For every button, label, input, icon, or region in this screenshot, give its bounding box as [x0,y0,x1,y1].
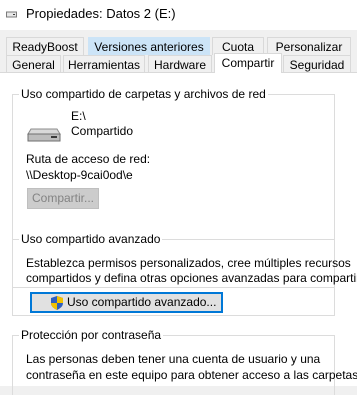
drive-icon [6,11,17,18]
tab-label: Cuota [221,40,255,54]
share-button-label: Compartir... [31,191,94,205]
shield-icon [51,296,63,310]
group-title: Protección por contraseña [19,328,164,342]
advanced-sharing-description: Establezca permisos personalizados, cree… [26,256,351,270]
password-protection-group: Protección por contraseña Las personas d… [12,328,357,395]
drive-icon [27,128,61,142]
tab-readyboost[interactable]: ReadyBoost [6,37,84,55]
tab-label: Hardware [153,58,207,72]
tab-previous-versions[interactable]: Versiones anteriores [88,37,210,55]
tab-label: Compartir [221,56,275,70]
password-protection-description: Las personas deben tener una cuenta de u… [26,352,321,366]
share-button[interactable]: Compartir... [27,188,99,209]
tab-label: General [12,58,55,72]
advanced-sharing-button-label: Uso compartido avanzado... [67,295,217,309]
password-protection-description-2: contraseña en este equipo para obtener a… [26,368,357,382]
tab-security[interactable]: Seguridad [283,55,351,73]
group-title: Uso compartido avanzado [19,232,163,246]
tab-label: Personalizar [275,40,343,54]
sharing-panel: Uso compartido de carpetas y archivos de… [0,72,357,395]
tab-general[interactable]: General [6,55,61,73]
share-status: Compartido [71,124,134,138]
group-title: Uso compartido de carpetas y archivos de… [19,87,268,101]
tab-label: Seguridad [289,58,345,72]
tab-label: ReadyBoost [12,40,78,54]
advanced-sharing-group: Uso compartido avanzado Establezca permi… [12,232,357,316]
network-path-label: Ruta de acceso de red: [26,152,151,166]
tab-hardware[interactable]: Hardware [148,55,212,73]
advanced-sharing-description-2: compartidos y defina otras opciones avan… [26,271,357,285]
tab-sharing[interactable]: Compartir [214,53,282,73]
tab-tools[interactable]: Herramientas [63,55,145,73]
tab-label: Versiones anteriores [94,40,204,54]
tab-label: Herramientas [67,58,141,72]
title-bar: Propiedades: Datos 2 (E:) [0,0,357,30]
advanced-sharing-button[interactable]: Uso compartido avanzado... [30,292,223,313]
drive-label: E:\ [71,109,86,123]
window-title: Propiedades: Datos 2 (E:) [26,6,176,21]
network-path-value: \\Desktop-9cai0od\e [26,168,133,182]
